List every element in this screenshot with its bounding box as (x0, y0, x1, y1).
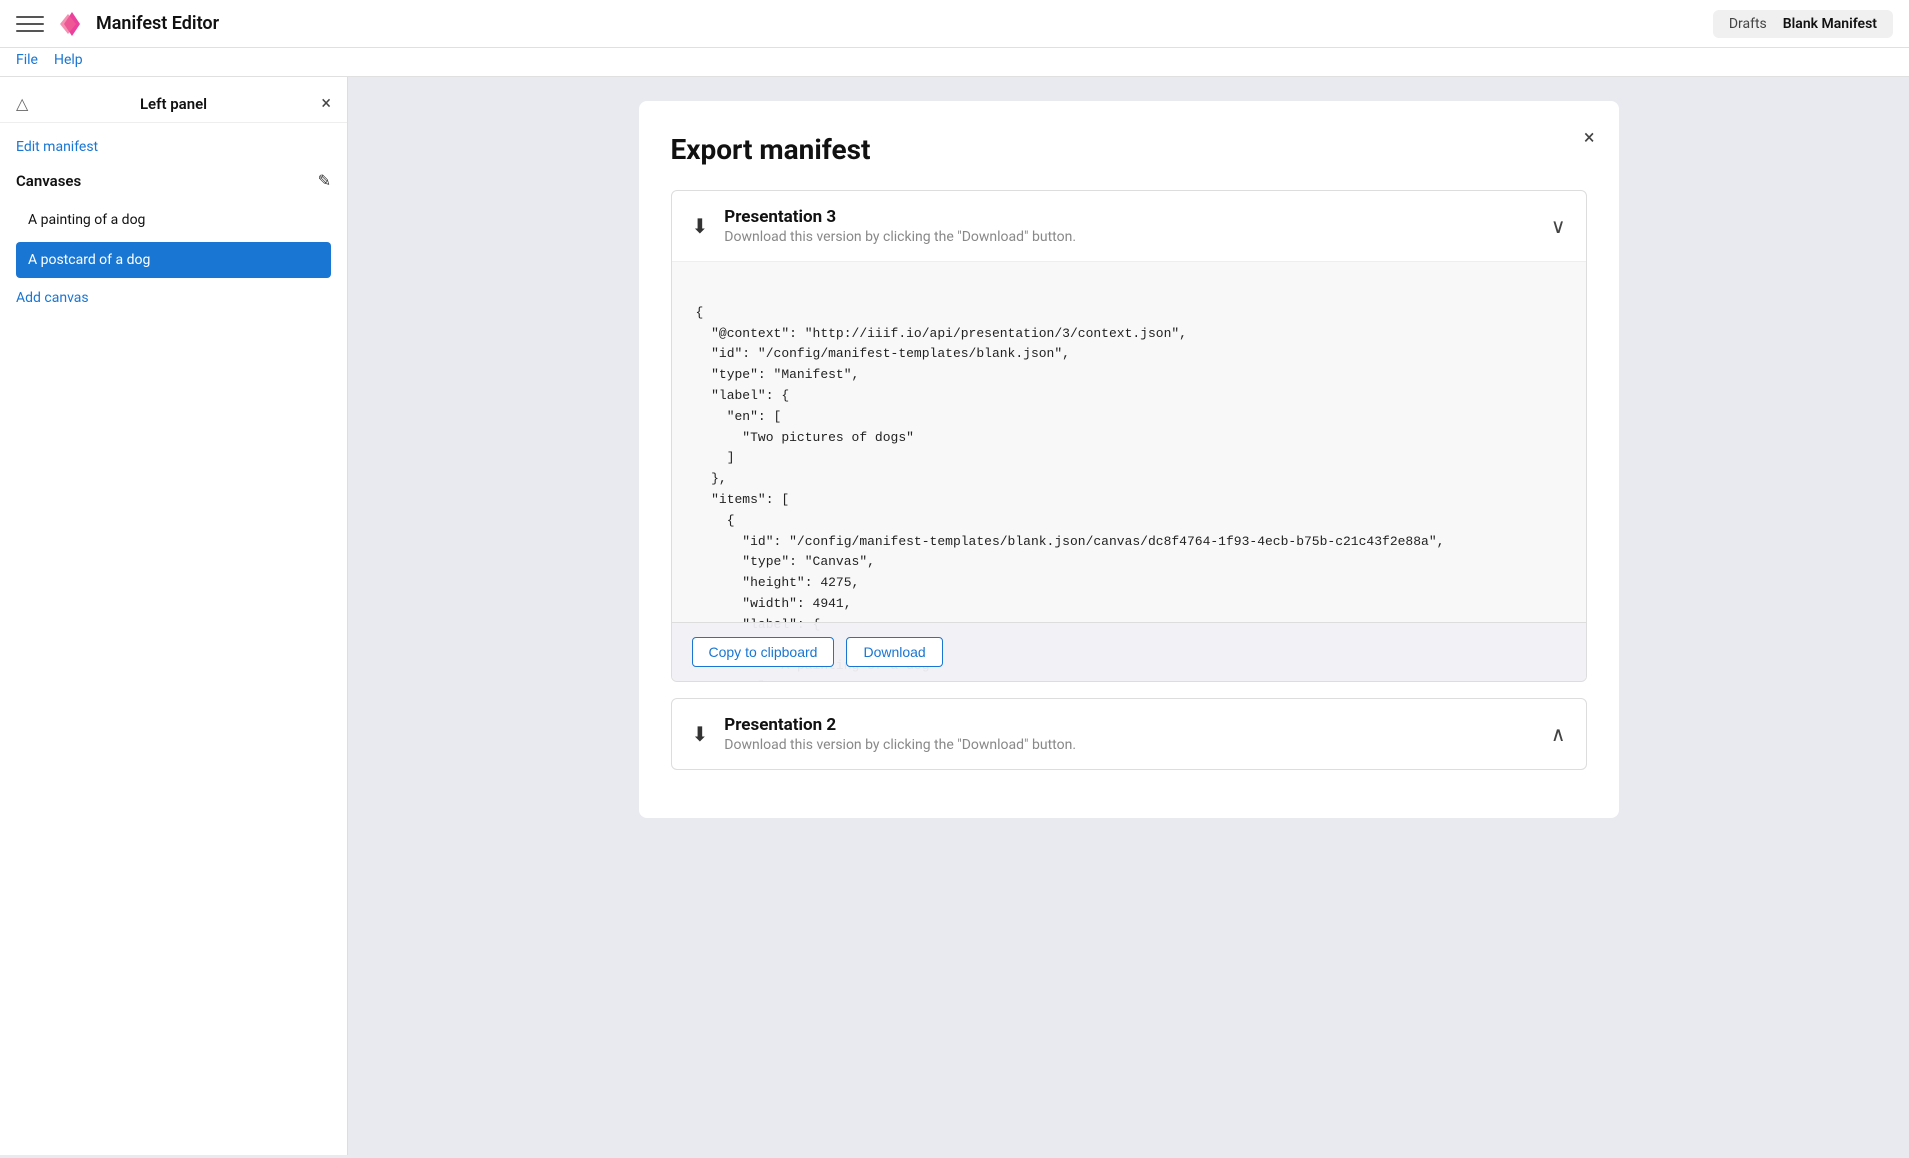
edit-manifest-link[interactable]: Edit manifest (16, 139, 331, 155)
presentation2-download-icon[interactable]: ⬇ (692, 722, 709, 746)
topbar-actions: Drafts Blank Manifest (1713, 10, 1893, 38)
presentation3-section: ⬇ Presentation 3 Download this version b… (671, 190, 1587, 682)
help-menu[interactable]: Help (54, 52, 83, 68)
blank-manifest-button[interactable]: Blank Manifest (1783, 16, 1877, 32)
left-panel: △ Left panel × Edit manifest Canvases ✎ … (0, 77, 348, 1155)
left-panel-title: Left panel (140, 95, 207, 113)
left-panel-header: △ Left panel × (0, 77, 347, 123)
presentation2-chevron[interactable]: ∧ (1551, 722, 1566, 746)
drafts-button[interactable]: Drafts (1729, 16, 1767, 32)
app-title: Manifest Editor (96, 13, 219, 34)
presentation3-info: Presentation 3 Download this version by … (724, 207, 1551, 245)
presentation2-info: Presentation 2 Download this version by … (724, 715, 1551, 753)
presentation3-chevron[interactable]: ∨ (1551, 214, 1566, 238)
app-logo: Manifest Editor (56, 8, 219, 40)
add-canvas-link[interactable]: Add canvas (16, 290, 331, 306)
presentation3-code: { "@context": "http://iiif.io/api/presen… (672, 262, 1586, 681)
export-title: Export manifest (671, 133, 1587, 166)
canvases-edit-icon[interactable]: ✎ (318, 171, 331, 190)
canvas-item-painting[interactable]: A painting of a dog (16, 202, 331, 238)
left-panel-content: Edit manifest Canvases ✎ A painting of a… (0, 123, 347, 1155)
close-panel-button[interactable]: × (321, 93, 331, 114)
presentation2-header[interactable]: ⬇ Presentation 2 Download this version b… (672, 699, 1586, 769)
canvases-label: Canvases (16, 172, 81, 190)
presentation2-desc: Download this version by clicking the "D… (724, 737, 1551, 753)
presentation3-header[interactable]: ⬇ Presentation 3 Download this version b… (672, 191, 1586, 261)
export-card: Export manifest × ⬇ Presentation 3 Downl… (639, 101, 1619, 818)
download-button[interactable]: Download (846, 637, 942, 667)
presentation2-section: ⬇ Presentation 2 Download this version b… (671, 698, 1587, 770)
main-layout: △ Left panel × Edit manifest Canvases ✎ … (0, 77, 1909, 1155)
topbar: Manifest Editor Drafts Blank Manifest (0, 0, 1909, 48)
file-menu[interactable]: File (16, 52, 38, 68)
canvases-header: Canvases ✎ (16, 171, 331, 190)
action-bar: Copy to clipboard Download (672, 622, 1586, 681)
menubar: File Help (0, 48, 1909, 77)
canvases-section: Canvases ✎ A painting of a dog A postcar… (16, 171, 331, 306)
triangle-icon: △ (16, 94, 28, 113)
hamburger-menu-button[interactable] (16, 10, 44, 38)
copy-to-clipboard-button[interactable]: Copy to clipboard (692, 637, 835, 667)
presentation2-name: Presentation 2 (724, 715, 1551, 735)
canvas-item-postcard[interactable]: A postcard of a dog (16, 242, 331, 278)
presentation3-desc: Download this version by clicking the "D… (724, 229, 1551, 245)
main-content: Export manifest × ⬇ Presentation 3 Downl… (348, 77, 1909, 1155)
presentation3-code-container[interactable]: { "@context": "http://iiif.io/api/presen… (672, 261, 1586, 681)
presentation3-download-icon[interactable]: ⬇ (692, 214, 709, 238)
presentation3-name: Presentation 3 (724, 207, 1551, 227)
logo-icon (56, 8, 88, 40)
export-close-button[interactable]: × (1584, 125, 1595, 149)
